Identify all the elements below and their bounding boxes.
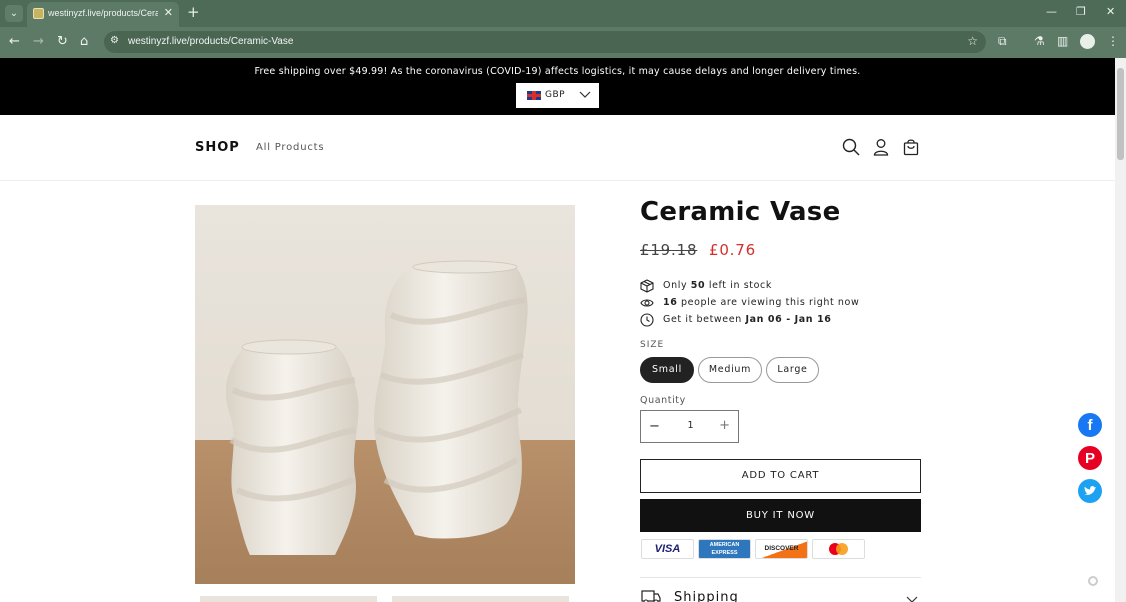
- mastercard-icon: [812, 539, 865, 559]
- quantity-stepper: − 1 +: [640, 410, 739, 443]
- side-panel-icon[interactable]: ▥: [1057, 34, 1068, 48]
- search-icon[interactable]: [842, 138, 860, 156]
- size-option-small[interactable]: Small: [640, 357, 694, 383]
- truck-icon: [641, 590, 661, 602]
- pinterest-icon[interactable]: P: [1078, 446, 1102, 470]
- currency-selector[interactable]: GBP: [516, 83, 599, 108]
- buy-it-now-button[interactable]: BUY IT NOW: [640, 499, 921, 532]
- browser-tab[interactable]: westinyzf.live/products/Ceramic-Vase ✕: [27, 2, 179, 27]
- stock-count: 50: [690, 280, 706, 291]
- delivery-prefix: Get it between: [663, 314, 742, 325]
- address-bar[interactable]: ⚙ westinyzf.live/products/Ceramic-Vase ☆: [104, 31, 986, 53]
- window-close-icon[interactable]: ✕: [1106, 5, 1115, 18]
- size-option-medium[interactable]: Medium: [698, 357, 762, 383]
- amex-icon: AMERICAN EXPRESS: [698, 539, 751, 559]
- reload-icon[interactable]: ↻: [57, 34, 68, 49]
- clock-icon: [640, 313, 654, 327]
- uk-flag-icon: [527, 91, 541, 100]
- quantity-label: Quantity: [640, 395, 686, 406]
- account-icon[interactable]: [872, 138, 890, 156]
- thumbnail-1[interactable]: [200, 596, 377, 602]
- url-text[interactable]: westinyzf.live/products/Ceramic-Vase: [128, 36, 293, 47]
- eye-icon: [640, 299, 654, 307]
- favicon-icon: [33, 8, 44, 19]
- twitter-icon[interactable]: [1078, 479, 1102, 503]
- visa-icon: VISA: [641, 539, 694, 559]
- announcement-text: Free shipping over $49.99! As the corona…: [254, 66, 861, 77]
- shop-logo[interactable]: SHOP: [195, 140, 240, 155]
- site-info-icon[interactable]: ⚙: [110, 35, 119, 46]
- settings-dot-icon[interactable]: [1088, 576, 1098, 586]
- stock-suffix: left in stock: [708, 280, 772, 291]
- chevron-down-icon: [579, 91, 591, 98]
- viewers-suffix: people are viewing this right now: [681, 297, 860, 308]
- quantity-increase-button[interactable]: +: [719, 418, 730, 433]
- discover-icon: DISCOVER: [755, 539, 808, 559]
- size-label: SIZE: [640, 340, 665, 350]
- facebook-icon[interactable]: f: [1078, 413, 1102, 437]
- scrollbar-thumb[interactable]: [1117, 68, 1124, 160]
- bookmark-star-icon[interactable]: ☆: [967, 34, 978, 48]
- home-icon[interactable]: ⌂: [80, 34, 88, 49]
- size-option-large[interactable]: Large: [766, 357, 819, 383]
- viewers-count: 16: [663, 297, 678, 308]
- vase-illustration: [225, 260, 528, 555]
- chevron-down-icon[interactable]: [906, 593, 918, 602]
- tab-title: westinyzf.live/products/Ceramic-Vase: [48, 8, 158, 18]
- box-icon: [640, 279, 654, 293]
- cart-icon[interactable]: [902, 138, 920, 156]
- add-to-cart-button[interactable]: ADD TO CART: [640, 459, 921, 493]
- shipping-accordion-title[interactable]: Shipping: [674, 590, 739, 602]
- product-title: Ceramic Vase: [640, 197, 841, 227]
- forward-icon[interactable]: →: [33, 34, 44, 49]
- new-tab-button[interactable]: +: [187, 3, 200, 21]
- site-header: SHOP All Products: [0, 115, 1115, 181]
- original-price: £19.18: [640, 241, 698, 259]
- product-image[interactable]: [195, 205, 575, 584]
- back-icon[interactable]: ←: [9, 34, 20, 49]
- close-tab-icon[interactable]: ✕: [164, 6, 173, 19]
- menu-icon[interactable]: ⋮: [1107, 34, 1119, 48]
- section-divider: [640, 577, 921, 578]
- sale-price: £0.76: [709, 241, 756, 259]
- browser-tab-bar: ⌄ westinyzf.live/products/Ceramic-Vase ✕…: [0, 0, 1126, 27]
- tab-list-button[interactable]: ⌄: [5, 5, 23, 22]
- stock-prefix: Only: [663, 280, 688, 291]
- extensions-icon[interactable]: ⧉: [998, 34, 1007, 49]
- page-scrollbar[interactable]: [1115, 58, 1126, 602]
- web-page: Free shipping over $49.99! As the corona…: [0, 58, 1115, 602]
- nav-all-products[interactable]: All Products: [256, 142, 324, 153]
- thumbnail-2[interactable]: [392, 596, 569, 602]
- announcement-bar: Free shipping over $49.99! As the corona…: [0, 58, 1115, 115]
- restore-icon[interactable]: ❐: [1076, 5, 1086, 18]
- labs-icon[interactable]: ⚗: [1034, 34, 1045, 48]
- minimize-icon[interactable]: —: [1046, 5, 1057, 18]
- currency-code: GBP: [545, 90, 566, 100]
- delivery-range: Jan 06 - Jan 16: [745, 314, 832, 325]
- profile-avatar[interactable]: [1080, 34, 1095, 49]
- browser-toolbar: ← → ↻ ⌂ ⚙ westinyzf.live/products/Cerami…: [0, 27, 1126, 58]
